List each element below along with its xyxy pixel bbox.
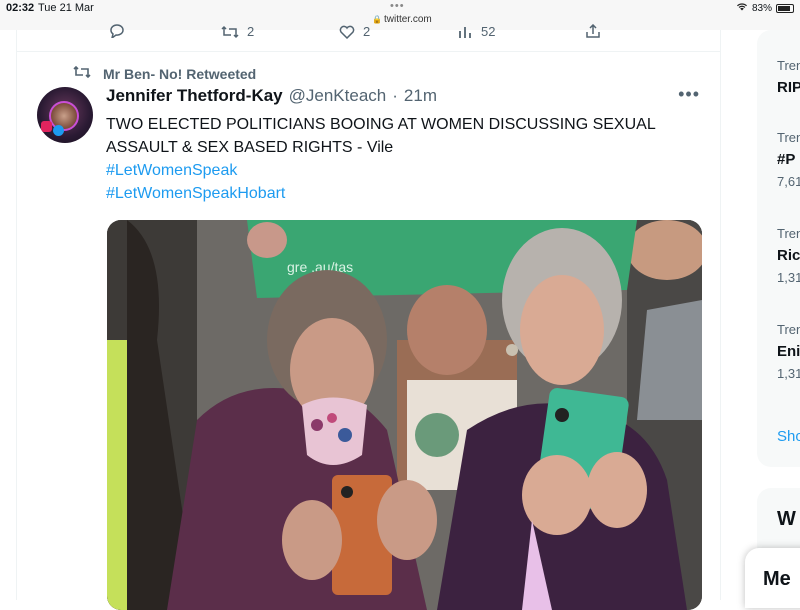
battery-icon — [776, 3, 794, 13]
retweet-button[interactable]: 2 — [221, 24, 254, 39]
share-icon — [586, 24, 600, 38]
tweet-photo[interactable]: gre .au/tas — [107, 220, 702, 610]
trend-name: Eni — [777, 343, 800, 360]
trends-card: Tren RIP Tren #P 7,61 Tren Ric 1,31 Tren… — [757, 30, 800, 467]
hashtag-link[interactable]: #LetWomenSpeak — [106, 159, 716, 182]
status-icons: 83% — [736, 2, 794, 14]
reply-icon — [110, 24, 124, 38]
trend-name: #P — [777, 151, 796, 168]
url-text: twitter.com — [383, 14, 432, 25]
previous-tweet-actions: 2 2 52 — [17, 24, 720, 52]
hashtag-link[interactable]: #LetWomenSpeakHobart — [106, 182, 716, 205]
header-separator: · — [392, 86, 398, 105]
trend-item[interactable]: Tren Eni 1,31 — [777, 322, 800, 381]
trend-category: Tren — [777, 226, 800, 241]
wifi-icon — [736, 2, 748, 14]
trend-item[interactable]: Tren RIP — [777, 58, 800, 96]
avatar-badge-red — [41, 121, 52, 132]
tweet-text: TWO ELECTED POLITICIANS BOOING AT WOMEN … — [106, 113, 716, 205]
tweet-timestamp[interactable]: 21m — [404, 86, 437, 106]
like-count: 2 — [363, 24, 371, 39]
author-handle[interactable]: @JenKteach — [289, 86, 387, 106]
views-button[interactable]: 52 — [457, 24, 495, 39]
messages-label: Me — [763, 568, 791, 590]
trend-item[interactable]: Tren #P 7,61 — [777, 130, 800, 189]
reply-button[interactable] — [109, 24, 125, 38]
trend-category: Tren — [777, 58, 800, 73]
author-name[interactable]: Jennifer Thetford-Kay — [106, 86, 283, 106]
retweet-icon — [221, 25, 239, 38]
trend-name: Ric — [777, 247, 800, 264]
retweeted-by-text: Mr Ben- No! Retweeted — [103, 66, 257, 82]
address-bar[interactable]: 🔒 twitter.com — [372, 14, 432, 25]
heart-icon — [339, 25, 355, 39]
trend-count: 7,61 — [777, 174, 800, 189]
show-more-link[interactable]: Sho — [777, 428, 800, 445]
protest-photo: gre .au/tas — [107, 220, 702, 610]
retweeted-by-line[interactable]: Mr Ben- No! Retweeted — [73, 64, 256, 84]
like-button[interactable]: 2 — [339, 24, 370, 39]
trend-category: Tren — [777, 322, 800, 337]
date: Tue 21 Mar — [38, 2, 94, 14]
messages-drawer[interactable]: Me — [745, 548, 800, 608]
share-button[interactable] — [585, 24, 601, 38]
more-options-button[interactable]: ••• — [678, 84, 700, 105]
trend-count: 1,31 — [777, 270, 800, 285]
who-to-follow-title: W — [777, 508, 796, 530]
retweet-icon — [73, 64, 91, 84]
analytics-icon — [459, 26, 471, 38]
avatar-badge-blue — [53, 125, 64, 136]
author-avatar[interactable] — [37, 87, 93, 143]
views-count: 52 — [481, 24, 496, 39]
battery-percent: 83% — [751, 2, 772, 14]
trend-item[interactable]: Tren Ric 1,31 — [777, 226, 800, 285]
tweet-header: Jennifer Thetford-Kay @JenKteach · 21m — [106, 86, 437, 106]
lock-icon: 🔒 — [372, 15, 382, 24]
right-sidebar: Tren RIP Tren #P 7,61 Tren Ric 1,31 Tren… — [757, 30, 800, 600]
trend-count: 1,31 — [777, 366, 800, 381]
retweet-count: 2 — [247, 24, 255, 39]
multitasking-dots-icon[interactable]: ••• — [390, 0, 405, 12]
timeline-column: 2 2 52 Mr Ben- No! Retweeted Jennifer Th… — [16, 24, 721, 610]
clock: 02:32 — [6, 2, 35, 14]
trend-category: Tren — [777, 130, 800, 145]
trend-name: RIP — [777, 79, 800, 96]
tweet-body: TWO ELECTED POLITICIANS BOOING AT WOMEN … — [106, 116, 656, 156]
